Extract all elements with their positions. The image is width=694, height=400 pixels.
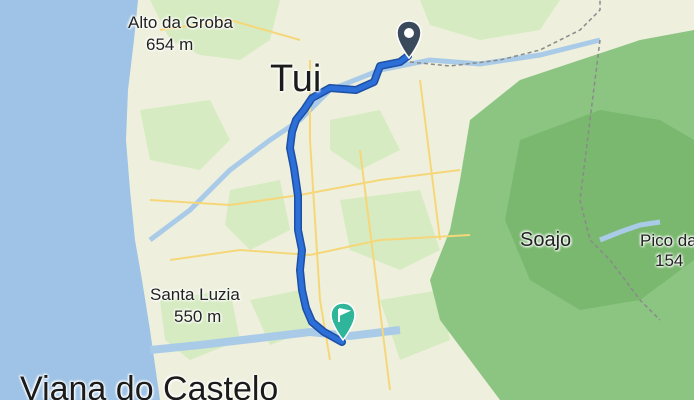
place-label-santa-luzia-elevation: 550 m	[174, 307, 222, 326]
place-label-alto-da-groba: Alto da Groba	[128, 13, 233, 32]
place-label-tui: Tui	[270, 58, 322, 100]
place-label-viana-do-castelo: Viana do Castelo	[20, 370, 279, 400]
place-label-pico-da: Pico da	[640, 231, 694, 250]
place-label-alto-da-groba-elevation: 654 m	[146, 35, 194, 54]
place-label-soajo: Soajo	[520, 229, 572, 251]
mountain-forest-core	[505, 110, 694, 310]
location-pin-icon[interactable]	[396, 20, 422, 60]
flag-pin-icon[interactable]	[330, 302, 356, 342]
place-label-pico-da-elevation: 154	[655, 251, 684, 270]
map-view[interactable]: Alto da Groba 654 m Tui Soajo Pico da 15…	[0, 0, 694, 400]
place-label-santa-luzia: Santa Luzia	[150, 285, 240, 304]
